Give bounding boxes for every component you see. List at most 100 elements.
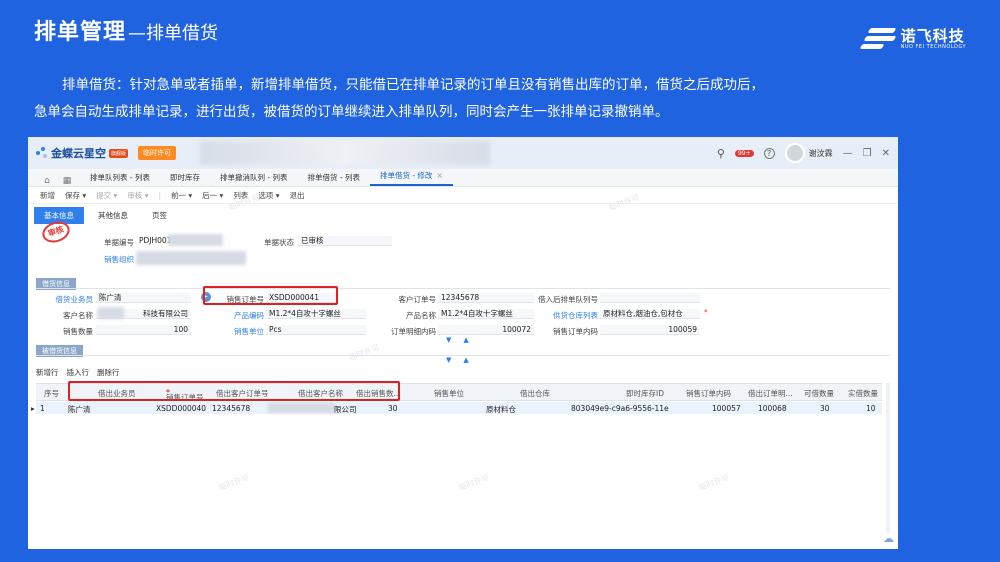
desc-line-2: 急单会自动生成排单记录，进行出货，被借货的订单继续进入排单队列，同时会产生一张排… — [34, 104, 669, 120]
label-order-detail: 订单明细内码 — [391, 327, 436, 336]
home-icon[interactable]: ⌂ — [40, 176, 54, 186]
app-logo[interactable]: 金蝶云星空 旗舰版 — [36, 145, 129, 161]
field-cust-order[interactable]: 12345678 — [438, 293, 534, 303]
field-order-detail[interactable]: 100072 — [438, 325, 534, 335]
help-icon[interactable]: ? — [763, 147, 775, 159]
btn-options[interactable]: 选项 ▾ — [258, 190, 279, 201]
cell-borrowable[interactable]: 30 — [820, 404, 830, 413]
logo-dots-icon — [36, 147, 48, 159]
temp-license-badge: 临时许可 — [138, 146, 177, 160]
close-icon[interactable]: ✕ — [882, 148, 890, 159]
brand-mark-icon — [859, 24, 897, 54]
label-qty: 销售数量 — [63, 327, 93, 336]
btn-exit[interactable]: 退出 — [289, 190, 304, 201]
cell-qty[interactable]: 30 — [388, 404, 398, 413]
label-order-inner: 销售订单内码 — [553, 327, 598, 336]
subtab-other[interactable]: 其他信息 — [88, 207, 138, 224]
label-salesman[interactable]: 借货业务员 — [48, 294, 94, 305]
grid-actions: 新增行 插入行 删除行 — [36, 367, 120, 378]
cell-seq: 1 — [40, 404, 45, 413]
grid-menu-icon[interactable]: ▦ — [60, 176, 74, 186]
restore-icon[interactable]: ❐ — [863, 148, 872, 159]
field-bill-status[interactable]: 已审核 — [298, 236, 392, 246]
close-tab-icon[interactable]: × — [436, 171, 442, 180]
btn-new[interactable]: 新增 — [40, 190, 55, 201]
watermark: 临时许可 — [457, 472, 491, 493]
label-bill-no: 单据编号 — [104, 238, 134, 247]
app-topbar: 金蝶云星空 旗舰版 临时许可 ⚲ 99+ ? 谢汶霖 — ❐ ✕ — [28, 137, 898, 169]
required-marker: * — [704, 308, 708, 317]
notification-badge[interactable]: 99+ — [734, 149, 754, 157]
btn-prev[interactable]: 前一 ▾ — [171, 190, 192, 201]
col-borrowable[interactable]: 可借数量 — [804, 388, 834, 399]
expand-arrows-icon[interactable]: ▼▲ — [446, 356, 481, 364]
sub-tabs: 基本信息 其他信息 页签 — [28, 204, 898, 224]
field-product-name[interactable]: M1.2*4自攻十字螺丝 — [438, 309, 534, 319]
field-order-inner[interactable]: 100059 — [600, 325, 700, 335]
btn-audit[interactable]: 审核 ▾ — [127, 190, 148, 201]
cell-salesman[interactable]: 陈广清 — [68, 404, 91, 415]
cell-order-detail[interactable]: 100068 — [758, 404, 787, 413]
col-stock-id[interactable]: 即时库存ID — [626, 388, 664, 399]
watermark: 临时许可 — [347, 342, 381, 363]
collapse-arrows-icon[interactable]: ▼▲ — [446, 336, 481, 344]
cell-order-inner[interactable]: 100057 — [712, 404, 741, 413]
cell-cust-order[interactable]: 12345678 — [212, 404, 250, 413]
btn-save[interactable]: 保存 ▾ — [65, 190, 86, 201]
field-unit[interactable]: Pcs — [266, 325, 366, 335]
col-warehouse[interactable]: 借出仓库 — [520, 388, 550, 399]
brand-name-en: NUO FEI TECHNOLOGY — [900, 43, 966, 50]
grid-scrollbar[interactable] — [886, 383, 890, 533]
cell-sales-order[interactable]: XSDD000040 — [156, 404, 206, 413]
field-warehouse[interactable]: 原材料仓,烟油仓,包材仓 — [600, 309, 700, 319]
label-warehouse[interactable]: 供货仓库列表 — [536, 310, 598, 321]
cell-warehouse[interactable]: 原材料仓 — [486, 404, 516, 415]
tab-borrow-list[interactable]: 排单借货 - 列表 — [297, 172, 369, 186]
tab-queue-list[interactable]: 排单队列表 - 列表 — [80, 172, 160, 186]
user-name[interactable]: 谢汶霖 — [809, 148, 833, 159]
tab-stock[interactable]: 即时库存 — [160, 172, 210, 186]
desc-line-1: 排单借货：针对急单或者插单，新增排单借货，只能借已在排单记录的订单且没有销售出库… — [62, 77, 764, 93]
row-pointer-icon: ▸ — [31, 404, 35, 413]
col-order-detail[interactable]: 借出订单明... — [748, 388, 793, 399]
field-product-code[interactable]: M1.2*4自攻十字螺丝 — [266, 309, 366, 319]
btn-submit[interactable]: 提交 ▾ — [96, 190, 117, 201]
col-seq[interactable]: 序号 — [44, 388, 59, 399]
table-row[interactable]: ▸ 1 陈广清 XSDD000040 12345678 限公司 30 原材料仓 … — [31, 402, 882, 415]
subtab-page[interactable]: 页签 — [142, 207, 177, 224]
tab-bar: ⌂ ▦ 排单队列表 - 列表 即时库存 排单撤消队列 - 列表 排单借货 - 列… — [28, 169, 898, 187]
brand-name: 诺飞科技 — [900, 26, 965, 45]
tab-borrow-edit[interactable]: 排单借货 - 修改 × — [369, 170, 453, 186]
label-unit[interactable]: 销售单位 — [216, 326, 264, 337]
field-queue-no[interactable] — [600, 293, 700, 303]
highlight-box — [203, 286, 338, 305]
label-queue-no: 借入后排单队列号 — [538, 295, 598, 304]
search-icon[interactable]: ⚲ — [717, 147, 725, 160]
slide-title-sub: —排单借货 — [128, 23, 219, 44]
col-order-inner[interactable]: 销售订单内码 — [686, 388, 731, 399]
cloud-icon[interactable]: ☁ — [883, 532, 894, 545]
blurred-area — [200, 141, 490, 165]
avatar[interactable] — [784, 143, 805, 163]
blurred-area — [98, 307, 124, 319]
btn-delete-row[interactable]: 删除行 — [97, 367, 120, 378]
btn-insert-row[interactable]: 插入行 — [67, 367, 90, 378]
col-actual[interactable]: 实借数量 — [848, 388, 878, 399]
tab-cancel-queue[interactable]: 排单撤消队列 - 列表 — [210, 172, 297, 186]
watermark: 临时许可 — [697, 472, 731, 493]
field-salesman[interactable]: 陈广清 — [96, 293, 191, 303]
label-sales-org[interactable]: 销售组织 — [88, 254, 134, 265]
slide-title: 排单管理 —排单借货 — [34, 14, 218, 46]
label-product-code[interactable]: 产品编码 — [216, 310, 264, 321]
cell-actual[interactable]: 10 — [866, 404, 876, 413]
col-unit[interactable]: 销售单位 — [434, 388, 464, 399]
cell-stock-id[interactable]: 803049e9-c9a6-9556-11e — [571, 404, 669, 413]
field-qty[interactable]: 100 — [96, 325, 191, 335]
watermark: 临时许可 — [217, 472, 251, 493]
btn-next[interactable]: 后一 ▾ — [202, 190, 223, 201]
label-customer: 客户名称 — [63, 311, 93, 320]
toolbar: 新增 保存 ▾ 提交 ▾ 审核 ▾ | 前一 ▾ 后一 ▾ 列表 选项 ▾ 退出 — [28, 187, 898, 204]
cell-customer[interactable]: 限公司 — [334, 404, 357, 415]
btn-add-row[interactable]: 新增行 — [36, 367, 59, 378]
minimize-icon[interactable]: — — [843, 148, 853, 159]
